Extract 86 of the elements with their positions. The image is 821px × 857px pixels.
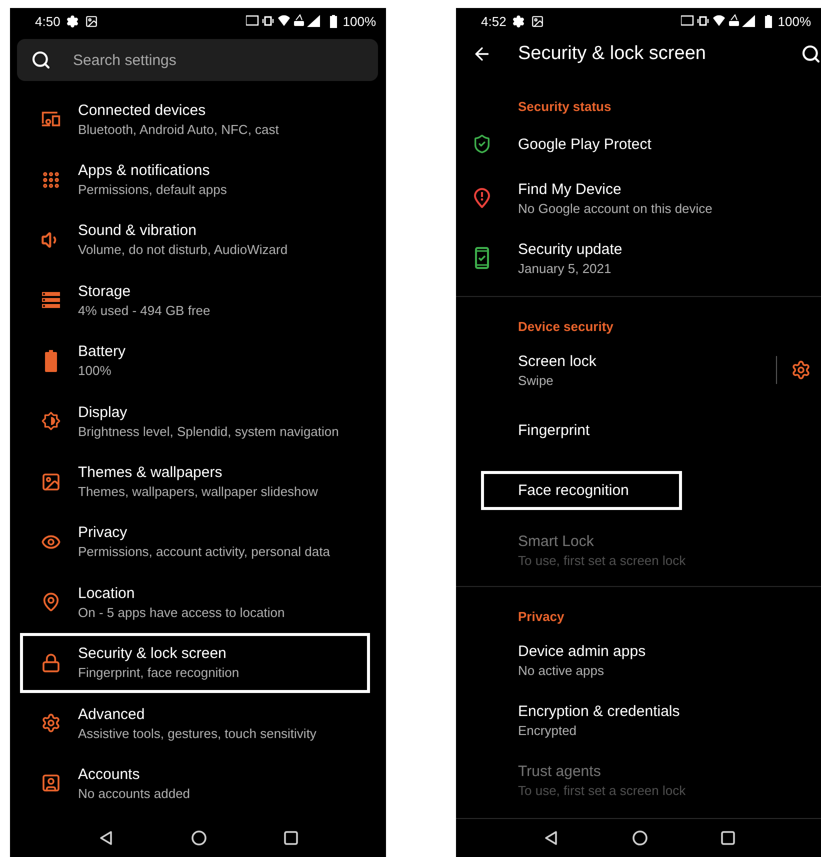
picture-icon — [85, 14, 98, 28]
settings-item[interactable]: Apps & notifications Permissions, default apps — [20, 149, 370, 210]
search-button[interactable] — [801, 44, 821, 64]
item-title: Trust agents — [518, 762, 602, 780]
item-subtitle: No Google account on this device — [518, 200, 714, 216]
home-button[interactable] — [190, 830, 207, 846]
battery-percent: 100% — [342, 14, 376, 28]
item-subtitle: Volume, do not disturb, AudioWizard — [78, 242, 288, 258]
item-subtitle: To use, first set a screen lock — [518, 782, 687, 798]
item-subtitle: 4% used - 494 GB free — [78, 302, 210, 318]
item-title: Apps & notifications — [78, 162, 211, 180]
settings-item[interactable]: Advanced Assistive tools, gestures, touch sensitivity — [20, 692, 370, 754]
item-subtitle: 100% — [78, 363, 112, 378]
battery-percent: 100% — [778, 14, 811, 28]
item-title: Google Play Protect — [518, 136, 652, 152]
settings-item[interactable]: Themes & wallpapers Themes, wallpapers, wallpaper slideshow — [20, 451, 370, 512]
account-icon — [41, 772, 61, 794]
section-header: Device security — [518, 319, 614, 334]
padlock-icon — [41, 652, 61, 674]
item-title: Security & lock screen — [78, 645, 228, 662]
item-title: Find My Device — [518, 180, 622, 198]
settings-item[interactable]: Sound & vibration Volume, do not disturb, AudioWizard — [20, 210, 370, 270]
item-title: Themes & wallpapers — [78, 464, 224, 482]
item-subtitle: Fingerprint, face recognition — [78, 665, 240, 680]
battery-icon — [764, 14, 772, 28]
item-subtitle: Permissions, account activity, personal data — [78, 544, 330, 560]
section-header: Security status — [518, 99, 612, 114]
status-time: 4:52 — [481, 14, 506, 28]
settings-item[interactable]: Display Brightness level, Splendid, system navigation — [20, 390, 370, 452]
screen-title: Security & lock screen — [518, 43, 707, 65]
item-title: Fingerprint — [518, 422, 591, 438]
item-title: Encryption & credentials — [518, 702, 681, 720]
item-title: Screen lock — [518, 352, 598, 370]
settings-item[interactable]: Privacy Permissions, account activity, personal data — [20, 512, 370, 572]
settings-item[interactable]: Security & lock screen Fingerprint, face recognition — [20, 632, 370, 693]
item-subtitle: No active apps — [518, 662, 605, 678]
item-title: Location — [78, 584, 136, 602]
status-time: 4:50 — [35, 14, 60, 28]
back-button[interactable] — [98, 830, 114, 846]
item-subtitle: Encrypted — [518, 722, 578, 738]
battery-icon — [330, 14, 337, 28]
back-button[interactable] — [542, 830, 558, 846]
search-field[interactable]: Search settings — [17, 39, 378, 81]
item-subtitle: Assistive tools, gestures, touch sensitivity — [78, 726, 316, 741]
highlighted-item-title[interactable]: Face recognition — [481, 470, 682, 510]
item-title: Smart Lock — [518, 532, 595, 550]
item-title: Accounts — [78, 766, 141, 783]
settings-item[interactable]: Connected devices Bluetooth, Android Auto, NFC, cast — [20, 89, 370, 150]
recents-button[interactable] — [284, 831, 298, 845]
item-subtitle: Bluetooth, Android Auto, NFC, cast — [78, 122, 279, 137]
item-subtitle: January 5, 2021 — [518, 260, 612, 276]
item-subtitle: Brightness level, Splendid, system navigation — [78, 424, 339, 439]
settings-item[interactable]: Battery 100% — [20, 330, 370, 391]
item-title: Device admin apps — [518, 642, 647, 660]
settings-item[interactable]: Location On - 5 apps have access to location — [20, 572, 370, 633]
item-subtitle: On - 5 apps have access to location — [78, 604, 285, 620]
item-subtitle: No accounts added — [78, 786, 190, 801]
item-title: Sound & vibration — [78, 222, 198, 240]
item-title: Battery — [78, 343, 126, 360]
storage-bars-icon — [41, 291, 61, 310]
picture-icon — [41, 470, 61, 493]
section-header: Privacy — [518, 609, 564, 624]
brightness-icon — [41, 410, 61, 432]
item-title: Advanced — [78, 706, 146, 723]
item-subtitle: To use, first set a screen lock — [518, 552, 687, 568]
picture-icon — [531, 14, 544, 28]
phone-check-icon — [475, 247, 489, 269]
home-button[interactable] — [632, 830, 648, 846]
shield-check-icon — [472, 134, 492, 154]
search-icon — [31, 50, 51, 70]
settings-item[interactable]: Storage 4% used - 494 GB free — [20, 270, 370, 331]
recents-button[interactable] — [720, 831, 734, 845]
item-title: Connected devices — [78, 102, 207, 119]
item-title: Display — [78, 404, 128, 421]
item-title: Storage — [78, 282, 132, 300]
item-title: Privacy — [78, 524, 128, 542]
settings-button[interactable] — [791, 360, 811, 380]
settings-item[interactable]: Accounts No accounts added — [20, 753, 370, 814]
item-title: Security update — [518, 240, 624, 258]
devices-icon — [41, 109, 61, 130]
battery-icon — [45, 350, 57, 372]
item-subtitle: Permissions, default apps — [78, 182, 227, 198]
alert-pin-icon — [474, 188, 490, 208]
item-subtitle: Themes, wallpapers, wallpaper slideshow — [78, 484, 318, 500]
item-subtitle: Swipe — [518, 372, 554, 388]
location-pin-icon — [41, 591, 61, 614]
